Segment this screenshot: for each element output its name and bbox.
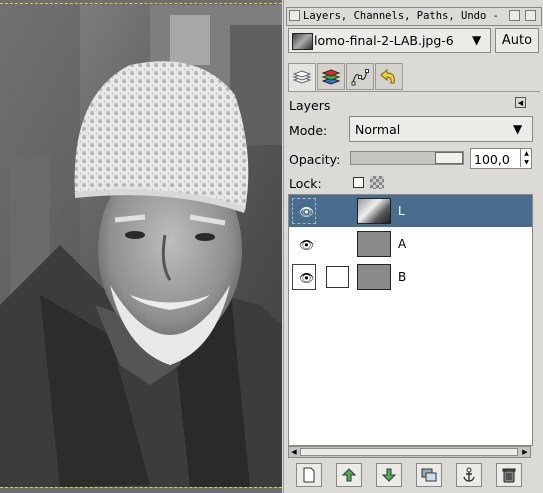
tab-undo[interactable] [375,63,403,90]
image-selector-combo[interactable]: lomo-final-2-LAB.jpg-6 ▼ [288,28,491,53]
selection-marching-ants-bottom [0,487,282,488]
mode-label: Mode: [289,123,328,138]
opacity-slider-handle[interactable] [435,152,463,164]
layers-button-bar [284,463,543,493]
layer-row-b[interactable]: 👁 B [289,261,532,293]
portrait-photo [0,5,282,487]
anchor-layer-button[interactable] [456,463,482,487]
scroll-right-icon[interactable]: ▶ [520,447,530,457]
tab-layers[interactable] [288,63,316,92]
duplicate-layer-button[interactable] [416,463,442,487]
image-selector-row: lomo-final-2-LAB.jpg-6 ▼ Auto [288,28,542,54]
tab-menu-icon[interactable]: ◀ [515,97,526,108]
layer-thumbnail [357,198,391,224]
spin-down-icon[interactable]: ▼ [520,158,532,167]
eye-icon[interactable]: 👁 [299,238,314,252]
image-thumbnail [292,33,313,50]
scrollbar-thumb[interactable] [300,448,518,456]
layers-list: 👁 L 👁 A 👁 B [288,194,533,446]
opacity-slider[interactable] [350,151,464,165]
layer-row-l[interactable]: 👁 L [289,195,532,227]
layer-name: B [398,270,407,284]
eye-icon: 👁 [299,271,315,285]
opacity-value: 100,0 [474,152,510,167]
auto-button[interactable]: Auto [495,28,539,53]
layer-thumbnail [357,231,391,257]
tab-channels[interactable] [317,63,345,90]
close-icon[interactable] [525,10,536,21]
opacity-label: Opacity: [289,152,341,167]
paths-icon [351,69,369,86]
layers-horizontal-scrollbar[interactable]: ◀ ▶ [288,446,531,458]
lock-alpha-icon[interactable] [370,176,384,189]
layer-thumbnail [357,264,391,290]
layer-link-toggle[interactable] [326,266,349,288]
layer-name: L [398,204,405,218]
new-layer-icon [303,467,315,483]
opacity-spinbox[interactable]: 100,0 ▲ ▼ [470,148,532,169]
chevron-down-icon: ▼ [472,33,482,47]
new-layer-button[interactable] [296,463,322,487]
selection-marching-ants-top [0,3,282,4]
lock-label: Lock: [289,176,322,191]
undo-icon [380,68,395,84]
layers-dock: Layers, Channels, Paths, Undo - B lomo-f… [283,0,543,493]
delete-layer-button[interactable] [496,463,522,487]
raise-layer-icon [341,468,357,482]
lock-pixels-checkbox[interactable] [353,177,364,188]
restore-icon[interactable] [509,10,520,21]
delete-layer-icon [502,468,516,483]
layer-row-a[interactable]: 👁 A [289,228,532,260]
spin-up-icon[interactable]: ▲ [520,149,532,158]
scroll-left-icon[interactable]: ◀ [289,447,299,457]
image-selector-value: lomo-final-2-LAB.jpg-6 [314,33,454,48]
duplicate-layer-icon [421,468,437,482]
dock-titlebar[interactable]: Layers, Channels, Paths, Undo - B [286,7,542,26]
window-title: Layers, Channels, Paths, Undo - B [303,10,503,22]
layers-icon [292,70,312,84]
tab-separator [288,91,540,92]
chevron-down-icon: ▼ [513,122,523,136]
tab-paths[interactable] [346,63,374,90]
anchor-layer-icon [463,467,475,482]
layers-section-title: Layers [289,98,331,113]
lower-layer-button[interactable] [376,463,402,487]
dock-tabs [288,63,542,92]
raise-layer-button[interactable] [336,463,362,487]
mode-value: Normal [355,122,401,137]
layer-name: A [398,237,407,251]
mode-dropdown[interactable]: Normal ▼ [349,116,533,142]
channels-icon [321,69,341,85]
lower-layer-icon [381,468,397,482]
window-menu-icon[interactable] [289,10,300,21]
image-canvas[interactable] [0,0,282,493]
eye-icon: 👁 [299,205,315,219]
